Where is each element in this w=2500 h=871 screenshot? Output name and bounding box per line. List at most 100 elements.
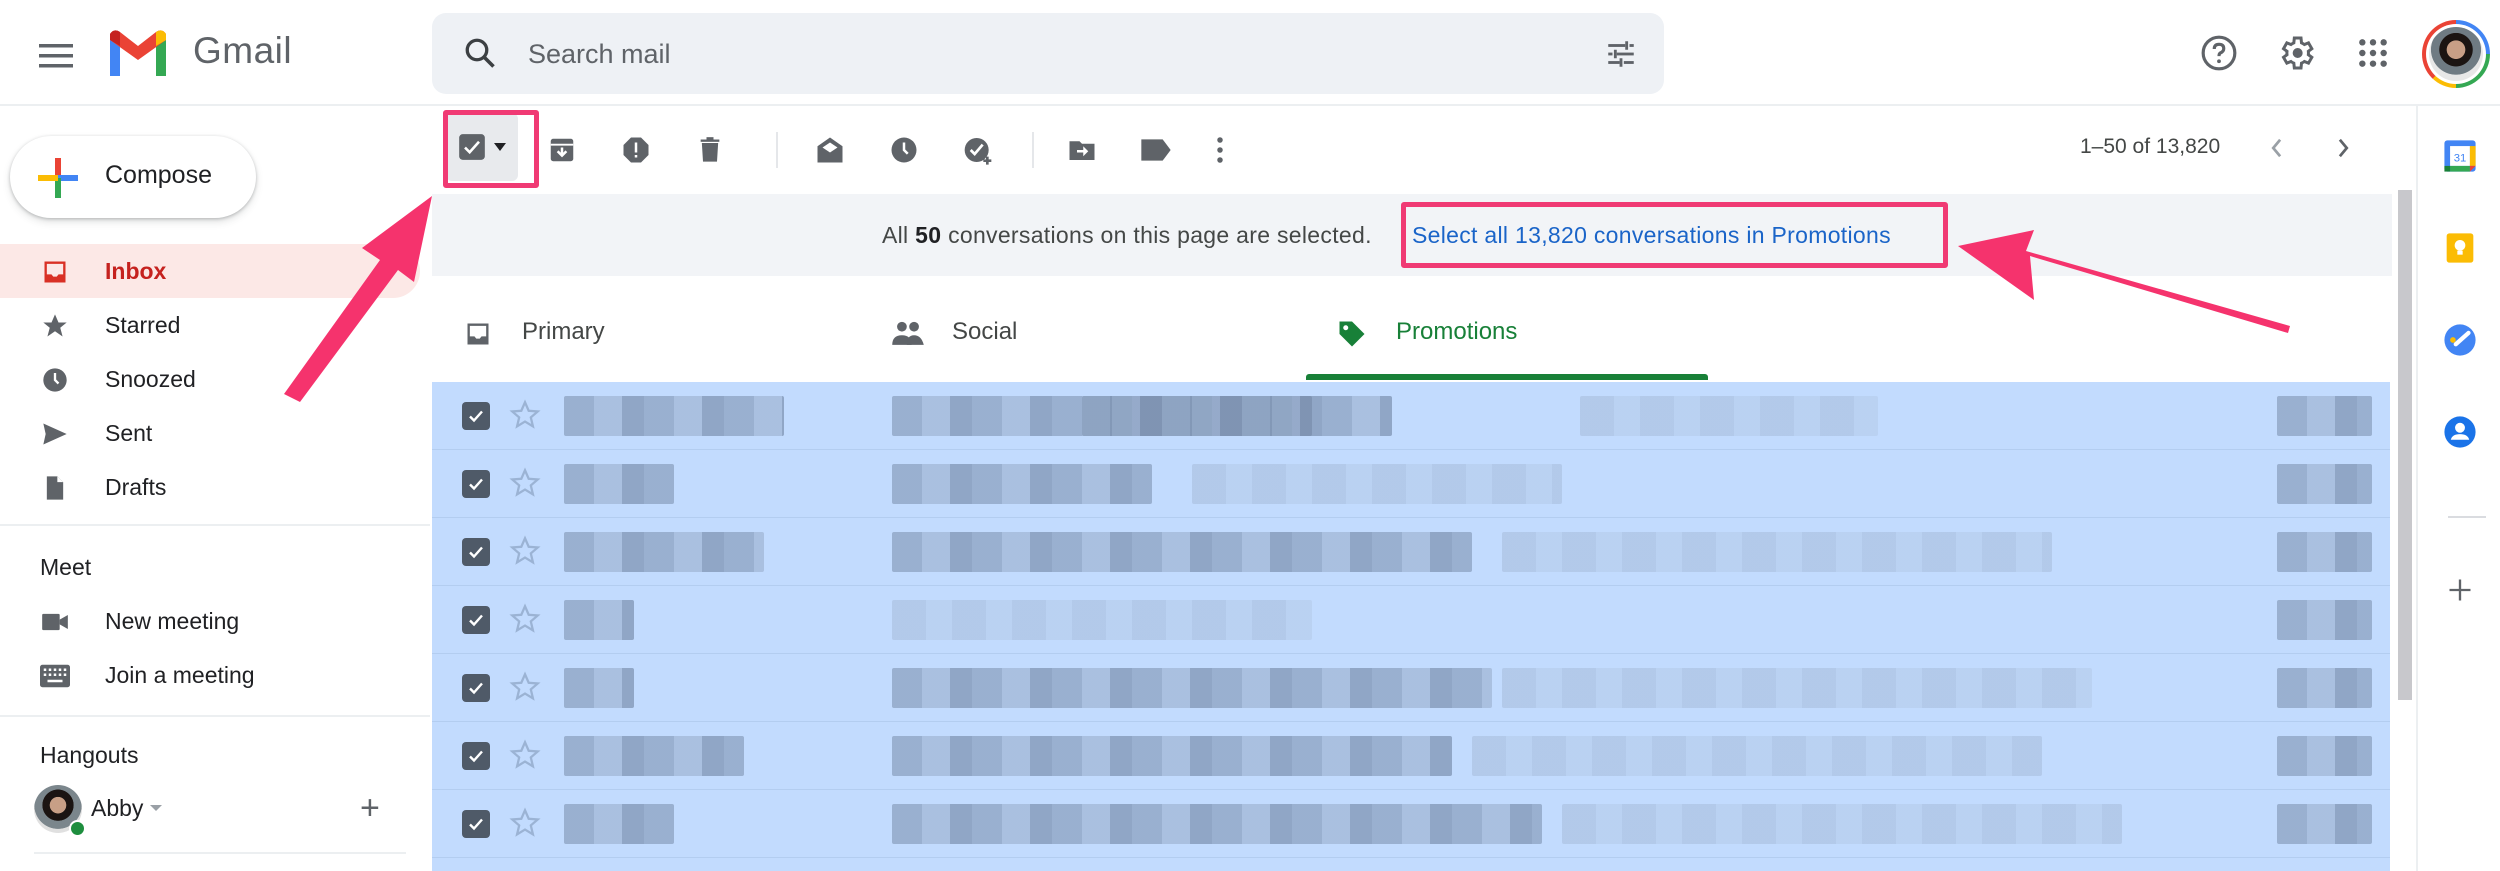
main-menu-button[interactable] <box>30 30 82 82</box>
search-input[interactable] <box>528 29 1528 79</box>
checkmark-icon <box>469 818 483 831</box>
mark-as-read-button[interactable] <box>812 132 848 168</box>
search-options-icon[interactable] <box>1604 37 1638 71</box>
mail-row[interactable] <box>432 518 2390 586</box>
chevron-left-icon <box>2271 138 2282 158</box>
star-outline-icon[interactable] <box>508 398 542 432</box>
side-panel-divider <box>2448 516 2486 518</box>
tasks-app-button[interactable] <box>2442 322 2478 358</box>
star-outline-icon[interactable] <box>508 602 542 636</box>
toolbar-separator <box>776 132 778 168</box>
star-outline-icon[interactable] <box>508 806 542 840</box>
tab-primary[interactable]: Primary <box>432 290 862 382</box>
sidebar-divider <box>0 715 430 717</box>
older-page-button[interactable] <box>2326 130 2362 166</box>
mail-row[interactable] <box>432 722 2390 790</box>
delete-button[interactable] <box>692 132 728 168</box>
star-outline-icon[interactable] <box>508 670 542 704</box>
labels-button[interactable] <box>1138 132 1174 168</box>
annotation-highlight-select-all-link <box>1401 202 1948 268</box>
join-meeting-item[interactable]: Join a meeting <box>0 648 420 702</box>
sidebar-item-starred[interactable]: Starred <box>0 298 420 352</box>
scrollbar-thumb[interactable] <box>2398 190 2412 700</box>
row-checkbox[interactable] <box>462 674 490 702</box>
blurred-mail-content <box>2277 804 2372 844</box>
sidebar-nav: Inbox Starred Snoozed Sent Drafts <box>0 244 430 514</box>
snooze-button[interactable] <box>886 132 922 168</box>
account-avatar-button[interactable] <box>2422 20 2490 88</box>
sidebar-item-inbox[interactable]: Inbox <box>0 244 420 298</box>
hangouts-user-name: Abby <box>91 795 144 821</box>
caret-down-icon[interactable] <box>150 805 162 811</box>
archive-button[interactable] <box>544 132 580 168</box>
inbox-icon <box>40 257 70 287</box>
row-checkbox[interactable] <box>462 742 490 770</box>
sidebar-item-snoozed[interactable]: Snoozed <box>0 352 420 406</box>
blurred-mail-content <box>2277 532 2372 572</box>
add-task-icon <box>964 138 992 165</box>
apps-grid-icon <box>2359 39 2387 67</box>
side-panel: 31 <box>2416 106 2500 871</box>
top-bar: Gmail <box>0 0 2500 106</box>
selection-status-text: All 50 conversations on this page are se… <box>882 222 1372 248</box>
archive-icon <box>550 138 574 162</box>
google-apps-button[interactable] <box>2350 30 2396 76</box>
sidebar-item-drafts[interactable]: Drafts <box>0 460 420 514</box>
compose-button[interactable]: Compose <box>10 136 256 218</box>
add-to-tasks-button[interactable] <box>960 132 996 168</box>
hangouts-user-row[interactable]: Abby + <box>34 785 404 837</box>
mail-row[interactable] <box>432 450 2390 518</box>
google-tasks-icon <box>2444 324 2476 356</box>
keep-app-button[interactable] <box>2442 230 2478 266</box>
clock-icon <box>891 137 917 163</box>
row-checkbox[interactable] <box>462 606 490 634</box>
star-outline-icon[interactable] <box>508 534 542 568</box>
tab-promotions[interactable]: Promotions <box>1306 290 1736 382</box>
search-icon[interactable] <box>462 35 498 71</box>
mail-row[interactable] <box>432 382 2390 450</box>
clock-icon <box>40 365 70 395</box>
search-bar[interactable] <box>432 13 1664 94</box>
help-button[interactable] <box>2196 30 2242 76</box>
settings-button[interactable] <box>2273 30 2319 76</box>
mail-row[interactable] <box>432 586 2390 654</box>
blurred-mail-content <box>564 396 784 436</box>
move-to-folder-icon <box>1069 141 1095 160</box>
plus-icon <box>2449 579 2471 601</box>
row-checkbox[interactable] <box>462 470 490 498</box>
gmail-m-icon <box>110 30 166 76</box>
blurred-mail-content <box>1502 532 2052 572</box>
report-spam-button[interactable] <box>618 132 654 168</box>
mail-row[interactable] <box>432 654 2390 722</box>
mail-list-scrollbar[interactable] <box>2392 190 2416 871</box>
star-outline-icon[interactable] <box>508 738 542 772</box>
star-outline-icon[interactable] <box>508 466 542 500</box>
blurred-mail-content <box>1580 396 1878 436</box>
more-actions-button[interactable] <box>1202 132 1238 168</box>
account-avatar <box>2426 24 2486 84</box>
gmail-logo[interactable] <box>106 28 170 81</box>
active-tab-indicator <box>1306 374 1708 380</box>
calendar-app-button[interactable]: 31 <box>2442 138 2478 174</box>
new-meeting-item[interactable]: New meeting <box>0 594 420 648</box>
sidebar-item-sent[interactable]: Sent <box>0 406 420 460</box>
category-tabs: Primary Social Promotions <box>432 290 2392 382</box>
newer-page-button[interactable] <box>2258 130 2294 166</box>
contacts-app-button[interactable] <box>2442 414 2478 450</box>
move-to-button[interactable] <box>1064 132 1100 168</box>
row-checkbox[interactable] <box>462 810 490 838</box>
get-addons-button[interactable] <box>2442 572 2478 608</box>
blurred-mail-content <box>1472 736 2042 776</box>
new-conversation-plus-icon[interactable]: + <box>360 791 380 825</box>
mail-row[interactable] <box>432 790 2390 858</box>
app-name: Gmail <box>193 30 293 71</box>
blurred-mail-content <box>564 668 634 708</box>
blurred-mail-content <box>892 464 1152 504</box>
more-vertical-icon <box>1217 137 1223 163</box>
people-icon <box>890 316 926 352</box>
row-checkbox[interactable] <box>462 402 490 430</box>
row-checkbox[interactable] <box>462 538 490 566</box>
checkmark-icon <box>469 546 483 559</box>
tab-social[interactable]: Social <box>862 290 1292 382</box>
compose-label: Compose <box>105 161 212 189</box>
